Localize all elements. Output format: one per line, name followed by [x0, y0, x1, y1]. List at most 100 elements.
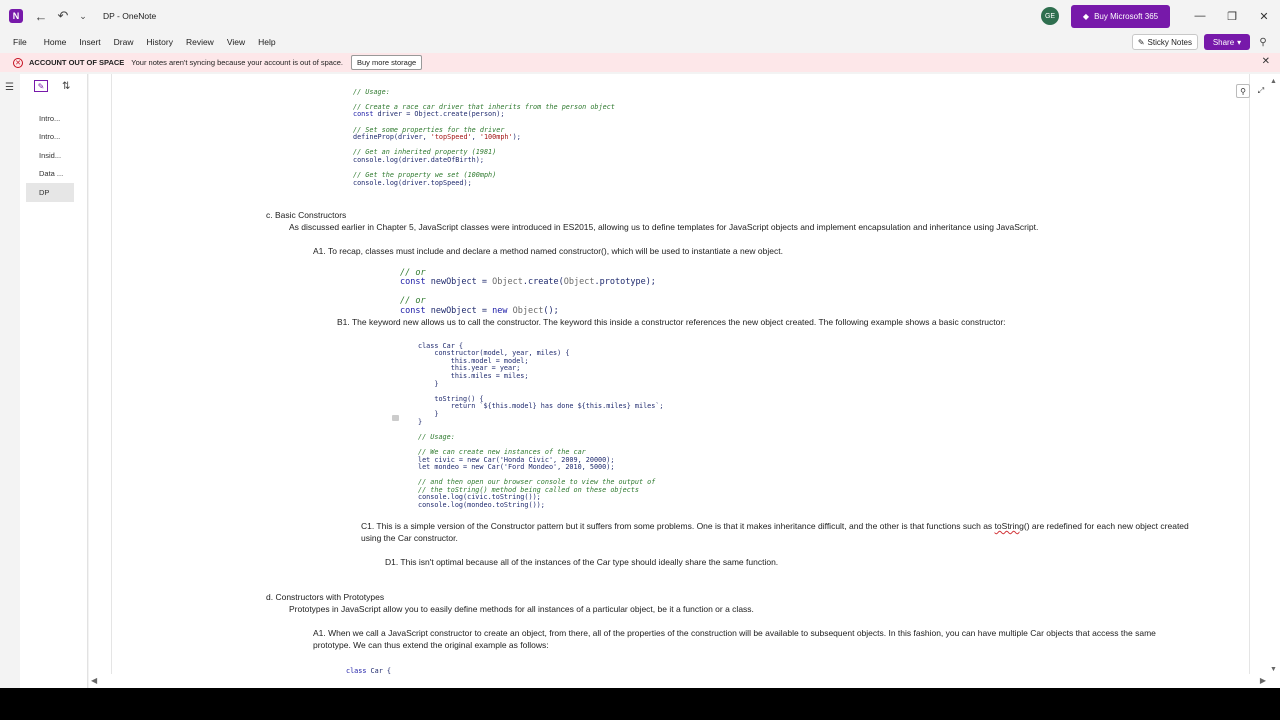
menu-history[interactable]: History	[147, 37, 173, 47]
quick-access-dropdown-icon[interactable]: ⌄	[73, 6, 93, 26]
avatar[interactable]: GE	[1041, 7, 1059, 25]
misspelled-word[interactable]: toString	[995, 521, 1024, 531]
paragraph: B1. The keyword new allows us to call th…	[337, 317, 1006, 327]
close-icon[interactable]: ✕	[1262, 56, 1270, 67]
buy-more-storage-button[interactable]: Buy more storage	[350, 55, 423, 70]
back-arrow-icon[interactable]: ←	[31, 6, 51, 26]
share-label: Share	[1212, 37, 1235, 47]
page-list-pane: ✎ ⇅ Intro... Intro... Insid... Data ... …	[20, 74, 88, 688]
code-object: Object	[512, 305, 544, 316]
diamond-icon: ◆	[1082, 11, 1090, 21]
add-page-icon[interactable]: ✎	[34, 80, 48, 92]
menu-home[interactable]: Home	[44, 37, 67, 47]
scroll-up-icon[interactable]: ▲	[1270, 78, 1277, 85]
paragraph-handle[interactable]	[392, 415, 399, 421]
scroll-right-icon[interactable]: ▶	[1260, 676, 1266, 685]
paragraph: Prototypes in JavaScript allow you to ea…	[289, 604, 754, 614]
menu-draw[interactable]: Draw	[114, 37, 134, 47]
code-keyword: new	[492, 305, 508, 316]
code-line: let mondeo = new Car('Ford Mondeo', 2010…	[418, 463, 615, 472]
menu-insert[interactable]: Insert	[79, 37, 100, 47]
code-comment: // Usage:	[418, 432, 455, 441]
code-comment: // or	[400, 296, 426, 307]
code-line: );	[512, 133, 521, 142]
feedback-icon[interactable]: ⚲	[1256, 35, 1270, 49]
canvas-tools: ⚲ ⤢	[1236, 84, 1268, 98]
note-canvas[interactable]: ⚲ ⤢ // Usage: // Create a race car drive…	[89, 74, 1280, 688]
warning-title: ACCOUNT OUT OF SPACE	[29, 58, 125, 67]
code-line: ();	[543, 305, 559, 316]
code-block-inheritance: // Usage: // Create a race car driver th…	[353, 81, 615, 187]
code-keyword: const	[353, 110, 374, 119]
vertical-scrollbar[interactable]: ▲ ▼	[1268, 74, 1280, 688]
section-heading: d. Constructors with Prototypes	[266, 592, 385, 602]
paragraph: C1. This is a simple version of the Cons…	[361, 521, 1189, 531]
undo-icon[interactable]: ↶	[53, 6, 73, 26]
paragraph: A1. When we call a JavaScript constructo…	[313, 628, 1156, 638]
section-heading: c. Basic Constructors	[266, 210, 347, 220]
page-item[interactable]: Insid...	[26, 146, 74, 165]
menu-view[interactable]: View	[227, 37, 245, 47]
code-keyword: class	[346, 667, 367, 675]
page-item-active[interactable]: DP	[26, 183, 74, 202]
sticky-notes-label: Sticky Notes	[1147, 37, 1192, 47]
code-line: newObject =	[425, 277, 493, 288]
sort-icon[interactable]: ⇅	[62, 81, 70, 92]
paragraph-text: () are redefined for each new object cre…	[1023, 521, 1189, 531]
code-line: }	[418, 379, 439, 388]
expand-icon[interactable]: ⤢	[1254, 84, 1268, 98]
page-list-toolbar: ✎ ⇅	[20, 74, 87, 98]
menu-help[interactable]: Help	[258, 37, 275, 47]
chevron-down-icon: ▾	[1237, 37, 1242, 47]
paragraph: A1. To recap, classes must include and d…	[313, 246, 783, 256]
code-object: Object	[492, 277, 523, 288]
search-icon[interactable]: ⚲	[1236, 84, 1250, 98]
scroll-left-icon[interactable]: ◀	[91, 676, 97, 685]
code-line: newObject =	[425, 305, 493, 316]
warning-message: Your notes aren't syncing because your a…	[131, 58, 343, 67]
code-line: defineProp(driver,	[353, 133, 431, 142]
container-edge	[111, 74, 112, 674]
code-keyword: const	[400, 277, 426, 288]
ribbon-tabs: File Home Insert Draw History Review Vie…	[0, 32, 1280, 52]
code-comment: // Usage:	[353, 87, 390, 96]
code-line: return `${this.model} has done ${this.mi…	[418, 402, 664, 411]
code-line: Car {	[366, 667, 392, 675]
code-line: driver = Object.create(person);	[373, 110, 505, 119]
hamburger-menu-icon[interactable]: ☰	[5, 82, 14, 93]
navigation-rail: ☰	[0, 74, 20, 688]
code-string: 'topSpeed'	[430, 133, 472, 142]
paragraph: As discussed earlier in Chapter 5, JavaS…	[289, 222, 1039, 232]
paragraph: D1. This isn't optimal because all of th…	[385, 557, 779, 567]
horizontal-scrollbar[interactable]: ◀ ▶	[89, 676, 1268, 688]
buy-microsoft-365-button[interactable]: ◆ Buy Microsoft 365	[1071, 4, 1170, 28]
page-item[interactable]: Intro...	[26, 128, 74, 147]
menu-review[interactable]: Review	[186, 37, 214, 47]
code-line: console.log(driver.topSpeed);	[353, 178, 472, 187]
paragraph: prototype. We can thus extend the origin…	[313, 640, 549, 650]
sticky-note-icon: ✎	[1137, 37, 1145, 47]
sticky-notes-button[interactable]: ✎ Sticky Notes	[1131, 34, 1198, 50]
code-object: Object	[563, 277, 595, 288]
page-item[interactable]: Data ...	[26, 165, 74, 184]
code-line: .prototype);	[594, 277, 656, 288]
buy-label: Buy Microsoft 365	[1094, 11, 1159, 21]
page-item[interactable]: Intro...	[26, 109, 74, 128]
code-keyword: const	[400, 305, 426, 316]
share-button[interactable]: Share ▾	[1204, 34, 1250, 50]
code-block-car-prototype: class Car {	[346, 667, 392, 676]
taskbar	[0, 688, 1280, 720]
menu-file[interactable]: File	[13, 37, 27, 47]
account-warning-bar: ✕ ACCOUNT OUT OF SPACE Your notes aren't…	[0, 53, 1280, 72]
window-title: DP - OneNote	[103, 11, 157, 21]
scroll-down-icon[interactable]: ▼	[1270, 666, 1277, 673]
title-bar: N ← ↶ ⌄ DP - OneNote GE ◆ Buy Microsoft …	[0, 0, 1280, 32]
close-window-button[interactable]: ✕	[1248, 0, 1280, 32]
paragraph-text: C1. This is a simple version of the Cons…	[361, 521, 995, 531]
paragraph: using the Car constructor.	[361, 533, 458, 543]
minimize-button[interactable]: —	[1184, 0, 1216, 32]
code-block-car-class: class Car { constructor(model, year, mil…	[418, 335, 664, 510]
maximize-button[interactable]: ❐	[1216, 0, 1248, 32]
code-line: console.log(mondeo.toString());	[418, 501, 545, 510]
container-edge	[1249, 74, 1250, 674]
